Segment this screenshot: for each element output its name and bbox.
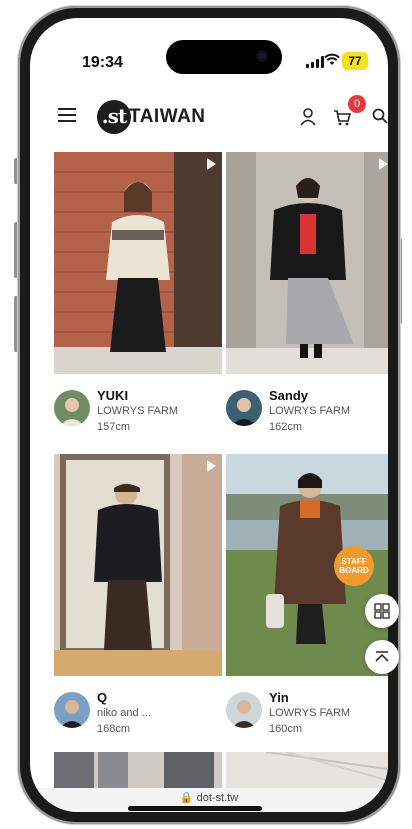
outfit-photo[interactable] xyxy=(54,454,222,676)
staff-height: 168cm xyxy=(97,723,131,735)
cart-count-badge: 0 xyxy=(348,95,366,113)
staff-feed: YUKI LOWRYS FARM 157cm Sandy LOWRYS FARM… xyxy=(30,152,388,792)
grid-view-icon xyxy=(374,603,390,619)
avatar[interactable] xyxy=(54,390,90,426)
site-header: .st TAIWAN 0 xyxy=(30,95,388,142)
avatar[interactable] xyxy=(226,390,262,426)
back-to-top-button[interactable] xyxy=(365,640,399,674)
back-to-top-icon xyxy=(375,651,389,662)
cart-icon[interactable] xyxy=(333,110,352,126)
grid-view-button[interactable] xyxy=(365,594,399,628)
camera-icon xyxy=(256,50,268,62)
staff-height: 157cm xyxy=(97,421,131,433)
staff-info: Yin LOWRYS FARM 160cm xyxy=(226,688,388,744)
staff-brand: niko and ... xyxy=(97,707,151,719)
staff-brand: LOWRYS FARM xyxy=(97,405,179,417)
dynamic-island xyxy=(166,40,282,74)
status-bar: 19:34 77 xyxy=(30,18,388,74)
wifi-icon xyxy=(324,53,340,69)
staff-height: 160cm xyxy=(269,723,303,735)
staff-name[interactable]: Yin xyxy=(269,690,289,705)
site-logo[interactable]: .st TAIWAN xyxy=(97,100,206,134)
avatar[interactable] xyxy=(226,692,262,728)
lock-icon: 🔒 xyxy=(179,792,194,804)
home-indicator xyxy=(128,806,262,811)
battery-indicator: 77 xyxy=(342,52,368,70)
staff-name[interactable]: Q xyxy=(97,690,107,705)
outfit-photo[interactable] xyxy=(226,152,388,374)
staff-name[interactable]: YUKI xyxy=(97,388,128,403)
staff-board-button[interactable]: STAFF BOARD xyxy=(334,546,374,586)
logo-text: TAIWAN xyxy=(129,106,206,127)
outfit-photo[interactable] xyxy=(54,752,222,792)
hamburger-menu-icon[interactable] xyxy=(58,108,76,122)
staff-info: YUKI LOWRYS FARM 157cm xyxy=(54,386,222,442)
staff-brand: LOWRYS FARM xyxy=(269,707,351,719)
staff-card[interactable]: Q niko and ... 168cm xyxy=(54,454,222,744)
phone-screen: 19:34 77 .st TAIWAN 0 YUKI LOWRYS FARM 1… xyxy=(30,18,388,812)
outfit-photo[interactable] xyxy=(54,152,222,374)
avatar[interactable] xyxy=(54,692,90,728)
video-play-icon xyxy=(207,158,216,170)
outfit-photo[interactable] xyxy=(226,752,388,792)
user-account-icon[interactable] xyxy=(300,108,316,126)
search-icon[interactable] xyxy=(372,108,388,124)
status-time: 19:34 xyxy=(82,54,123,71)
staff-info: Sandy LOWRYS FARM 162cm xyxy=(226,386,388,442)
url-text: 🔒 dot-st.tw xyxy=(179,792,239,804)
staff-brand: LOWRYS FARM xyxy=(269,405,351,417)
logo-mark: .st xyxy=(97,100,131,134)
staff-card[interactable]: Sandy LOWRYS FARM 162cm xyxy=(226,152,388,442)
signal-icon xyxy=(306,56,324,68)
staff-name[interactable]: Sandy xyxy=(269,388,308,403)
video-play-icon xyxy=(379,158,388,170)
video-play-icon xyxy=(207,460,216,472)
staff-card[interactable]: YUKI LOWRYS FARM 157cm xyxy=(54,152,222,442)
staff-card[interactable]: Yin LOWRYS FARM 160cm xyxy=(226,454,388,744)
staff-height: 162cm xyxy=(269,421,303,433)
staff-info: Q niko and ... 168cm xyxy=(54,688,222,744)
